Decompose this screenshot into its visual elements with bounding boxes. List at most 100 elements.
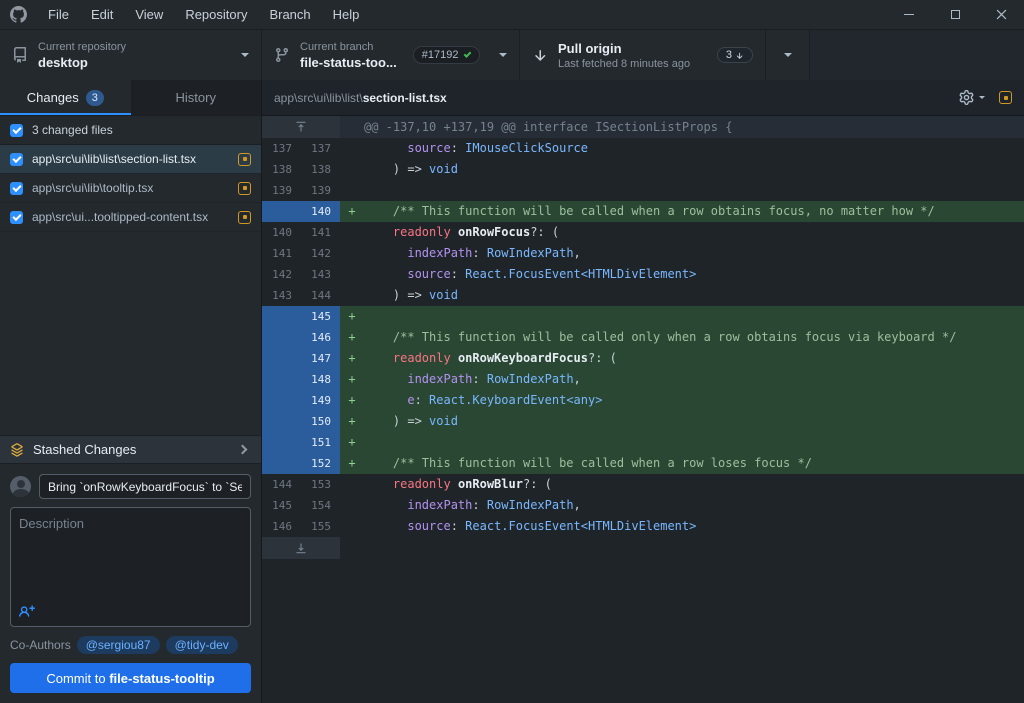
old-line-number: 139	[262, 180, 301, 201]
avatar	[10, 476, 31, 497]
diff-line[interactable]: 147+ readonly onRowKeyboardFocus?: (	[262, 348, 1024, 369]
maximize-button[interactable]	[932, 0, 978, 30]
diff-line[interactable]: 142143 source: React.FocusEvent<HTMLDivE…	[262, 264, 1024, 285]
commit-summary-input[interactable]	[39, 474, 251, 499]
diff-line[interactable]: 137137 source: IMouseClickSource	[262, 138, 1024, 159]
diff-options-button[interactable]	[959, 90, 985, 105]
diff-line[interactable]: 150+ ) => void	[262, 411, 1024, 432]
file-row[interactable]: app\src\ui\lib\list\section-list.tsx	[0, 145, 261, 174]
pull-origin-button[interactable]: Pull origin Last fetched 8 minutes ago 3	[520, 30, 766, 80]
commit-description-input[interactable]	[11, 508, 250, 590]
old-line-number	[262, 411, 301, 432]
diff-line[interactable]: 143144 ) => void	[262, 285, 1024, 306]
commit-form: Co-Authors @sergiou87@tidy-dev Commit to…	[0, 464, 261, 703]
menu-edit[interactable]: Edit	[80, 0, 124, 30]
menu-help[interactable]: Help	[322, 0, 371, 30]
new-line-number: 143	[301, 264, 340, 285]
code-text: source: React.FocusEvent<HTMLDivElement>	[364, 264, 696, 285]
arrow-down-icon	[735, 51, 744, 60]
diff-marker: +	[340, 453, 364, 474]
minimize-button[interactable]	[886, 0, 932, 30]
diff-line[interactable]: 139139	[262, 180, 1024, 201]
new-line-number: 153	[301, 474, 340, 495]
chevron-down-icon	[241, 53, 249, 57]
new-line-number: 142	[301, 243, 340, 264]
modified-status-icon	[238, 211, 251, 224]
diff-line[interactable]: 145154 indexPath: RowIndexPath,	[262, 495, 1024, 516]
diff-line[interactable]: 140+ /** This function will be called wh…	[262, 201, 1024, 222]
expand-down-button[interactable]	[262, 537, 340, 559]
pr-status-badge[interactable]: #17192	[413, 46, 480, 64]
diff-marker	[340, 222, 364, 243]
old-line-number	[262, 306, 301, 327]
code-text: e: React.KeyboardEvent<any>	[364, 390, 602, 411]
minimize-icon	[904, 14, 914, 15]
diff-marker	[340, 474, 364, 495]
commit-button[interactable]: Commit to file-status-tooltip	[10, 663, 251, 693]
file-row[interactable]: app\src\ui\lib\tooltip.tsx	[0, 174, 261, 203]
diff-line[interactable]: 144153 readonly onRowBlur?: (	[262, 474, 1024, 495]
maximize-icon	[951, 10, 960, 19]
new-line-number: 148	[301, 369, 340, 390]
modified-status-icon	[999, 91, 1012, 104]
diff-file-name: section-list.tsx	[363, 91, 447, 105]
close-button[interactable]	[978, 0, 1024, 30]
diff-marker	[340, 243, 364, 264]
menu-file[interactable]: File	[37, 0, 80, 30]
diff-line[interactable]: 146+ /** This function will be called on…	[262, 327, 1024, 348]
diff-marker: +	[340, 306, 364, 327]
tab-history[interactable]: History	[131, 80, 262, 115]
changed-files-label: 3 changed files	[32, 123, 113, 137]
diff-path-prefix: app\src\ui\lib\list\	[274, 91, 363, 105]
file-path-label: app\src\ui...tooltipped-content.tsx	[32, 210, 229, 224]
current-branch-button[interactable]: Current branch file-status-too... #17192	[262, 30, 520, 80]
pull-dropdown-button[interactable]	[766, 30, 810, 80]
tab-changes[interactable]: Changes 3	[0, 80, 131, 115]
github-logo-icon	[10, 6, 27, 23]
code-text: readonly onRowFocus?: (	[364, 222, 559, 243]
coauthor-badge[interactable]: @tidy-dev	[166, 636, 238, 654]
new-line-number: 141	[301, 222, 340, 243]
new-line-number: 138	[301, 159, 340, 180]
select-all-checkbox[interactable]	[10, 124, 23, 137]
coauthor-badge[interactable]: @sergiou87	[77, 636, 160, 654]
diff-line[interactable]: 138138 ) => void	[262, 159, 1024, 180]
diff-line[interactable]: 146155 source: React.FocusEvent<HTMLDivE…	[262, 516, 1024, 537]
diff-line[interactable]: 145+	[262, 306, 1024, 327]
old-line-number: 142	[262, 264, 301, 285]
diff-line[interactable]: 151+	[262, 432, 1024, 453]
commit-button-prefix: Commit to	[46, 671, 109, 686]
diff-line[interactable]: 141142 indexPath: RowIndexPath,	[262, 243, 1024, 264]
diff-line[interactable]: 152+ /** This function will be called wh…	[262, 453, 1024, 474]
pull-count-badge: 3	[717, 47, 753, 63]
code-text: readonly onRowBlur?: (	[364, 474, 552, 495]
sidebar-spacer	[0, 232, 261, 435]
menu-repository[interactable]: Repository	[174, 0, 258, 30]
menu-branch[interactable]: Branch	[258, 0, 321, 30]
current-repository-label: Current repository	[38, 41, 126, 53]
diff-line[interactable]: 149+ e: React.KeyboardEvent<any>	[262, 390, 1024, 411]
hunk-header-row: @@ -137,10 +137,19 @@ interface ISection…	[262, 116, 1024, 138]
new-line-number: 152	[301, 453, 340, 474]
new-line-number: 150	[301, 411, 340, 432]
new-line-number: 149	[301, 390, 340, 411]
stashed-changes-bar[interactable]: Stashed Changes	[0, 435, 261, 464]
file-checkbox[interactable]	[10, 153, 23, 166]
diff-line[interactable]: 148+ indexPath: RowIndexPath,	[262, 369, 1024, 390]
file-row[interactable]: app\src\ui...tooltipped-content.tsx	[0, 203, 261, 232]
file-path-label: app\src\ui\lib\tooltip.tsx	[32, 181, 229, 195]
diff-marker: +	[340, 369, 364, 390]
add-coauthor-icon[interactable]	[19, 604, 35, 620]
current-branch-label: Current branch	[300, 41, 397, 53]
file-checkbox[interactable]	[10, 211, 23, 224]
diff-line[interactable]: 140141 readonly onRowFocus?: (	[262, 222, 1024, 243]
close-icon	[996, 9, 1007, 20]
menu-view[interactable]: View	[124, 0, 174, 30]
old-line-number: 137	[262, 138, 301, 159]
old-line-number: 140	[262, 222, 301, 243]
file-checkbox[interactable]	[10, 182, 23, 195]
new-line-number: 154	[301, 495, 340, 516]
current-repository-button[interactable]: Current repository desktop	[0, 30, 262, 80]
expand-up-button[interactable]	[262, 116, 340, 138]
new-line-number: 147	[301, 348, 340, 369]
